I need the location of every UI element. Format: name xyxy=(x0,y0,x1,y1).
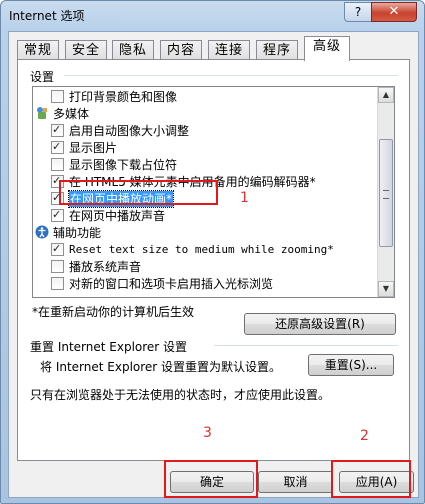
vertical-scrollbar[interactable]: ▲ ▼ xyxy=(377,87,394,297)
tab-privacy[interactable]: 隐私 xyxy=(112,40,154,61)
restart-note: *在重新启动你的计算机后生效 xyxy=(32,305,195,319)
reset-description: 将 Internet Explorer 设置重置为默认设置。 xyxy=(40,360,282,374)
annotation-number-2: 2 xyxy=(360,428,369,444)
multimedia-icon xyxy=(37,107,47,119)
settings-group-label: 设置 xyxy=(30,70,55,84)
tab-security[interactable]: 安全 xyxy=(65,40,107,61)
list-item-label: 播放系统声音 xyxy=(69,260,142,274)
list-item-label: 显示图片 xyxy=(69,141,118,155)
tab-advanced[interactable]: 高级 xyxy=(304,36,350,61)
list-item-label: 显示图像下载占位符 xyxy=(69,158,178,172)
help-button[interactable]: ? xyxy=(344,2,372,22)
checkbox[interactable] xyxy=(51,241,64,257)
checkbox[interactable] xyxy=(51,207,64,223)
group-divider xyxy=(214,345,398,346)
annotation-box-2 xyxy=(331,460,411,498)
list-item-label: 启用自动图像大小调整 xyxy=(69,124,190,138)
close-button[interactable]: ✕ xyxy=(371,2,417,22)
group-divider xyxy=(64,75,398,76)
category-label: 多媒体 xyxy=(53,107,90,121)
annotation-box-1 xyxy=(59,180,218,205)
list-item-label: 打印背景颜色和图像 xyxy=(69,90,178,104)
reset-group-label: 重置 Internet Explorer 设置 xyxy=(30,340,188,354)
category-label: 辅助功能 xyxy=(53,226,102,240)
annotation-number-3: 3 xyxy=(203,425,212,441)
tab-connections[interactable]: 连接 xyxy=(208,40,250,61)
scroll-down-arrow[interactable]: ▼ xyxy=(378,281,394,297)
cancel-button[interactable]: 取消 xyxy=(258,471,333,493)
checkbox[interactable] xyxy=(51,277,64,290)
restore-advanced-button[interactable]: 还原高级设置(R) xyxy=(244,313,396,335)
window-title: Internet 选项 xyxy=(9,9,85,23)
accessibility-icon xyxy=(35,225,49,239)
checkbox[interactable] xyxy=(51,260,64,273)
list-item-label: 对新的窗口和选项卡启用插入光标浏览 xyxy=(69,277,274,291)
checkbox[interactable] xyxy=(51,90,64,103)
grip-icon xyxy=(383,190,389,199)
tab-programs[interactable]: 程序 xyxy=(256,40,298,61)
scroll-up-arrow[interactable]: ▲ xyxy=(378,87,394,103)
checkbox[interactable] xyxy=(51,158,64,171)
list-item-label: 在网页中播放声音 xyxy=(69,209,166,223)
scroll-thumb[interactable] xyxy=(379,139,393,247)
tab-content[interactable]: 内容 xyxy=(160,40,202,61)
annotation-box-3 xyxy=(164,460,258,498)
reset-note: 只有在浏览器处于无法使用的状态时，才应使用此设置。 xyxy=(30,388,331,402)
advanced-panel: 设置 打印背景颜色和图像 多媒体 启用自动图像大小调整 xyxy=(17,59,410,461)
reset-button[interactable]: 重置(S)... xyxy=(308,354,394,376)
list-item-label: Reset text size to medium while zooming* xyxy=(69,243,334,256)
annotation-number-1: 1 xyxy=(240,190,249,206)
dialog-client-area: 常规 安全 隐私 内容 连接 程序 高级 设置 打印背景颜色和图像 多媒体 ✓ … xyxy=(8,31,419,498)
title-bar[interactable]: Internet 选项 ? ✕ xyxy=(1,1,424,31)
checkbox[interactable] xyxy=(51,139,64,155)
checkbox[interactable] xyxy=(51,122,64,138)
tab-general[interactable]: 常规 xyxy=(17,40,59,61)
